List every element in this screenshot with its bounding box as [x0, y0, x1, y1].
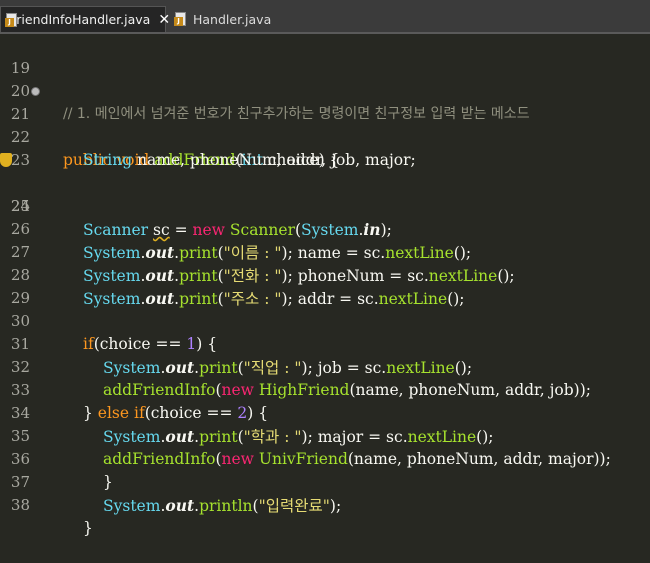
code-line: 33 } else if(choice == 2) {: [0, 356, 650, 422]
close-icon[interactable]: ✕: [158, 12, 170, 28]
editor-tab-bar: J FriendInfoHandler.java ✕ J Handler.jav…: [0, 0, 650, 34]
println-statement: System.out.println("입력완료");: [103, 496, 342, 515]
tab-handler[interactable]: J Handler.java: [170, 6, 271, 32]
code-line: 26 System.out.print("이름 : "); name = sc.…: [0, 195, 650, 262]
code-editor[interactable]: 19 20 // 1. 메인에서 넘겨준 번호가 친구추가하는 명령이면 친구정…: [0, 34, 650, 537]
code-line: 31 System.out.print("직업 : "); job = sc.n…: [0, 310, 650, 377]
code-line: 30 if(choice == 1) {: [0, 287, 650, 353]
code-line: 22 String name, phoneNum, addr, job, maj…: [0, 103, 650, 169]
code-line: 20 // 1. 메인에서 넘겨준 번호가 친구추가하는 명령이면 친구정보 입…: [0, 57, 650, 122]
code-line: 32 addFriendInfo(new HighFriend(name, ph…: [0, 333, 650, 399]
code-line: 24 Scanner sc = new Scanner(System.in);: [0, 149, 650, 239]
code-line: 19: [0, 34, 650, 77]
code-line: 27 System.out.print("전화 : "); phoneNum =…: [0, 218, 650, 285]
code-line: 35 addFriendInfo(new UnivFriend(name, ph…: [0, 402, 650, 468]
code-line: 21 public void addFriend(int choice) {: [0, 80, 650, 169]
java-file-icon: J: [174, 12, 188, 26]
fold-marker-icon[interactable]: [31, 87, 40, 96]
code-line: 28 System.out.print("주소 : "); addr = sc.…: [0, 241, 650, 308]
code-line: 37 System.out.println("입력완료");: [0, 448, 650, 515]
tab-friendinfohandler[interactable]: J FriendInfoHandler.java ✕: [0, 6, 170, 32]
tab-label: Handler.java: [193, 11, 272, 27]
tab-label: FriendInfoHandler.java: [10, 12, 151, 27]
code-line: 29: [0, 264, 650, 307]
closing-brace: }: [83, 519, 93, 537]
code-line: 36 }: [0, 425, 650, 491]
code-line: 34 System.out.print("학과 : "); major = sc…: [0, 379, 650, 446]
code-line: 25: [0, 172, 650, 215]
code-line: 38 }: [0, 471, 650, 537]
line-number: 38: [10, 496, 30, 514]
code-line: 23: [0, 126, 650, 169]
warning-icon[interactable]: [0, 153, 12, 167]
